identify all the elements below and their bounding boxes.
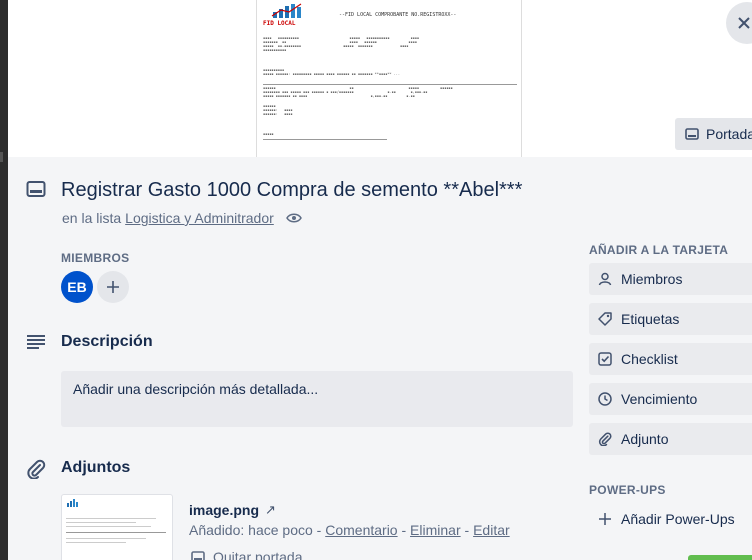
attachment-meta: Añadido: hace poco - Comentario - Elimin… [189, 522, 510, 538]
attachment-added: Añadido: hace poco [189, 522, 313, 538]
green-button-edge[interactable] [688, 555, 752, 560]
doc-rule [263, 84, 517, 85]
person-icon [598, 272, 612, 286]
attachment-thumbnail[interactable] [61, 494, 173, 560]
doc-totals: ▪▪▪▪▪▪ ▪▪▪▪▪▪: ▪▪▪▪ ▪▪▪▪▪▪: ▪▪▪▪ [263, 104, 293, 116]
remove-cover-button[interactable]: Quitar portada [191, 549, 303, 560]
tag-icon [598, 312, 612, 326]
description-input[interactable]: Añadir una descripción más detallada... [61, 371, 573, 427]
sidebar-button-attachment[interactable]: Adjunto [589, 423, 752, 455]
cover-image: FID LOCAL --FID LOCAL COMPROBANTE NO.REG… [256, 0, 522, 157]
list-link[interactable]: Logistica y Adminitrador [125, 210, 274, 226]
cover-button-label: Portada [706, 126, 752, 142]
card-cover: FID LOCAL --FID LOCAL COMPROBANTE NO.REG… [8, 0, 752, 157]
strip-tick [0, 152, 3, 162]
doc-signature-label: ▪▪▪▪▪ [263, 132, 274, 136]
doc-comment: ▪▪▪▪▪▪▪▪▪▪ ▪▪▪▪▪ ▪▪▪▪▪▪: ▪▪▪▪▪▪▪▪▪ ▪▪▪▪▪ … [263, 68, 400, 76]
plus-icon [599, 513, 611, 525]
close-icon [738, 17, 750, 29]
eye-icon[interactable] [285, 212, 302, 224]
doc-table: ▪▪▪▪▪▪ ▪▪ ▪▪▪▪▪ ▪▪▪▪▪▪ ▪▪▪▪▪▪▪▪ ▪▪▪ ▪▪▪▪▪… [263, 86, 453, 98]
card-icon [191, 551, 205, 560]
card-icon [685, 128, 699, 140]
paperclip-icon [598, 432, 612, 446]
description-heading: Descripción [61, 333, 153, 350]
thumbnail-lines [66, 515, 166, 546]
doc-fields: ▪▪▪▪ ▪▪▪▪▪▪▪▪▪▪ ▪▪▪▪▪ ▪▪▪▪▪▪▪▪▪▪▪ ▪▪▪▪ ▪▪… [263, 36, 419, 52]
thumbnail-logo [67, 499, 78, 507]
attachment-delete-link[interactable]: Eliminar [410, 522, 461, 538]
card-title-icon [26, 181, 46, 197]
attachments-heading: Adjuntos [61, 459, 131, 476]
list-breadcrumb: en la lista Logistica y Adminitrador [62, 210, 302, 226]
list-prefix: en la lista [62, 210, 122, 226]
plus-icon [107, 281, 119, 293]
description-icon [27, 335, 45, 349]
attachment-name[interactable]: image.png [189, 502, 259, 518]
doc-signature-line [263, 139, 387, 140]
attachment-comment-link[interactable]: Comentario [325, 522, 397, 538]
doc-heading: --FID LOCAL COMPROBANTE NO.REGISTROXX-- [339, 12, 457, 18]
clock-icon [598, 392, 612, 406]
doc-logo [271, 3, 302, 18]
sidebar-button-label: Checklist [621, 351, 678, 367]
sidebar-button-label: Miembros [621, 271, 683, 287]
remove-cover-label: Quitar portada [213, 549, 303, 560]
card-title[interactable]: Registrar Gasto 1000 Compra de semento *… [61, 179, 522, 202]
sidebar-button-members[interactable]: Miembros [589, 263, 752, 295]
sidebar-button-label: Adjunto [621, 431, 669, 447]
powerups-heading: POWER-UPS [589, 483, 666, 497]
members-heading: MIEMBROS [61, 251, 130, 265]
add-to-card-heading: AÑADIR A LA TARJETA [589, 243, 729, 257]
sidebar-button-labels[interactable]: Etiquetas [589, 303, 752, 335]
sidebar-button-label: Etiquetas [621, 311, 680, 327]
background-board-strip [0, 0, 8, 560]
open-external-icon[interactable]: ↗ [265, 502, 276, 518]
sidebar-button-due-date[interactable]: Vencimiento [589, 383, 752, 415]
add-member-button[interactable] [97, 271, 129, 303]
paperclip-icon [27, 459, 46, 479]
attachment-edit-link[interactable]: Editar [473, 522, 510, 538]
avatar[interactable]: EB [61, 271, 93, 303]
cover-button[interactable]: Portada [675, 118, 752, 150]
checkbox-icon [598, 352, 612, 366]
sidebar-button-checklist[interactable]: Checklist [589, 343, 752, 375]
add-powerups-label: Añadir Power-Ups [621, 511, 735, 527]
sidebar-button-label: Vencimiento [621, 391, 698, 407]
add-powerups-button[interactable]: Añadir Power-Ups [589, 503, 735, 535]
doc-brand: FID LOCAL [263, 20, 296, 27]
